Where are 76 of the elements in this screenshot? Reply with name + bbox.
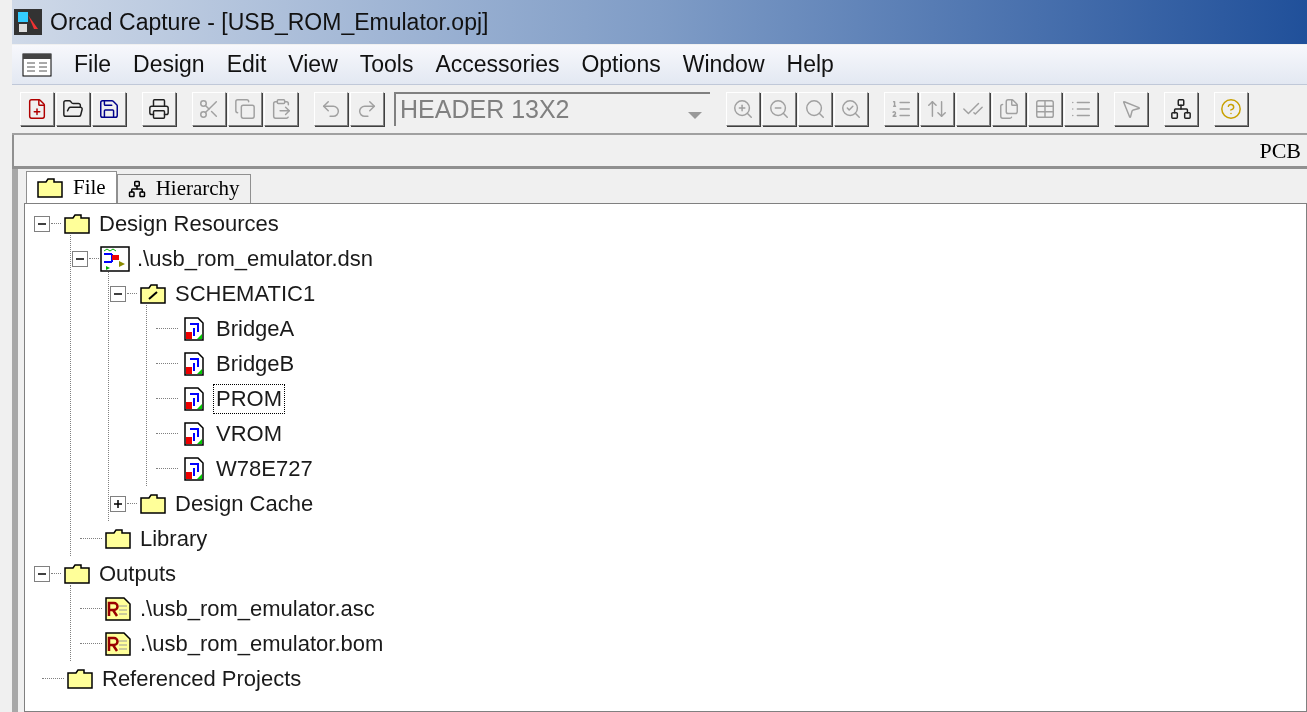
menu-item[interactable]: Design xyxy=(133,47,205,82)
schematic-page-icon xyxy=(184,386,204,411)
folder-icon xyxy=(140,493,166,514)
zoom-in-icon xyxy=(732,98,754,120)
folder-icon xyxy=(37,177,63,198)
tree-item[interactable]: Outputs xyxy=(96,558,180,589)
toolbar-button[interactable] xyxy=(56,92,90,126)
tree-item[interactable]: VROM xyxy=(213,418,285,449)
paste-icon xyxy=(270,98,292,120)
tree-item[interactable]: W78E727 xyxy=(213,453,316,484)
numbered-list-icon xyxy=(890,98,912,120)
up-down-arrow-icon xyxy=(926,98,948,120)
folder-icon xyxy=(64,213,90,234)
tree-item[interactable]: SCHEMATIC1 xyxy=(172,278,319,309)
save-icon xyxy=(98,98,120,120)
tab[interactable]: Hierarchy xyxy=(116,174,251,203)
collapse-box[interactable] xyxy=(72,250,88,267)
menu-item[interactable]: Options xyxy=(581,47,661,82)
hierarchy-icon xyxy=(1170,98,1192,120)
scissors-icon xyxy=(198,98,220,120)
tree-item[interactable]: PROM xyxy=(213,383,285,414)
redo-icon xyxy=(356,98,378,120)
tab[interactable]: File xyxy=(26,171,117,203)
folder-icon xyxy=(67,668,93,689)
toolbar-button[interactable] xyxy=(92,92,126,126)
hierarchy-icon xyxy=(127,180,146,198)
schematic-page-icon xyxy=(184,351,204,376)
tree-item[interactable]: .\usb_rom_emulator.asc xyxy=(137,593,378,624)
combo-value: HEADER 13X2 xyxy=(400,94,570,126)
menu-item[interactable]: Tools xyxy=(359,47,414,82)
menu-item[interactable]: File xyxy=(74,47,112,82)
collapse-box[interactable] xyxy=(34,565,50,582)
tree-item[interactable]: Library xyxy=(137,523,211,554)
report-file-icon xyxy=(105,596,131,621)
design-icon xyxy=(100,245,130,272)
magnifier-icon xyxy=(840,98,862,120)
table-icon xyxy=(1034,98,1056,120)
schematic-page-icon xyxy=(184,456,204,481)
menu-item[interactable]: Help xyxy=(786,47,834,82)
magnifier-icon xyxy=(804,98,826,120)
documents-icon xyxy=(998,98,1020,120)
collapse-box[interactable] xyxy=(34,215,50,232)
new-file-icon xyxy=(26,98,48,120)
window-title: Orcad Capture - [USB_ROM_Emulator.opj] xyxy=(50,7,489,37)
folder-icon xyxy=(105,528,131,549)
undo-icon xyxy=(320,98,342,120)
tree-item[interactable]: Design Cache xyxy=(172,488,317,519)
schematic-folder-icon xyxy=(140,283,166,304)
open-folder-icon xyxy=(62,98,84,120)
tree-item[interactable]: Referenced Projects xyxy=(99,663,305,694)
menu-item[interactable]: View xyxy=(288,47,338,82)
folder-icon xyxy=(64,563,90,584)
menu-item[interactable]: Edit xyxy=(226,47,267,82)
report-file-icon xyxy=(105,631,131,656)
schematic-page-icon xyxy=(184,421,204,446)
document-menu-icon[interactable] xyxy=(22,52,52,77)
tree-item[interactable]: BridgeA xyxy=(213,313,298,344)
app-icon xyxy=(14,9,42,35)
collapse-box[interactable] xyxy=(110,285,126,302)
toolbar-button[interactable] xyxy=(20,92,54,126)
tree-item[interactable]: BridgeB xyxy=(213,348,298,379)
copy-icon xyxy=(234,98,256,120)
zoom-out-icon xyxy=(768,98,790,120)
toolbar-button[interactable] xyxy=(142,92,176,126)
menu-item[interactable]: Accessories xyxy=(435,47,560,82)
status-text: PCB xyxy=(1259,137,1301,165)
tree-item[interactable]: .\usb_rom_emulator.bom xyxy=(137,628,387,659)
expand-box[interactable] xyxy=(110,495,126,512)
printer-icon xyxy=(148,98,170,120)
tree-item[interactable]: Design Resources xyxy=(96,208,282,239)
toolbar-button[interactable] xyxy=(1164,92,1198,126)
help-icon xyxy=(1220,98,1242,120)
schematic-page-icon xyxy=(184,316,204,341)
pointer-icon xyxy=(1120,98,1142,120)
tree-item[interactable]: .\usb_rom_emulator.dsn xyxy=(134,243,377,274)
menu-item[interactable]: Window xyxy=(682,47,765,82)
